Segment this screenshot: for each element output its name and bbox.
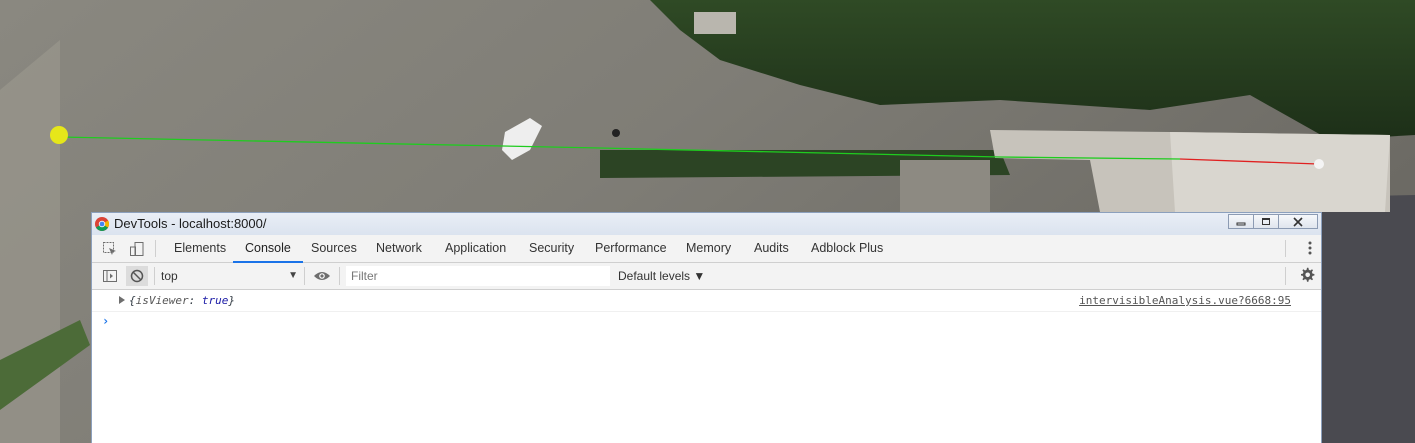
tab-adblock-plus[interactable]: Adblock Plus <box>809 235 885 262</box>
close-button[interactable] <box>1278 214 1318 229</box>
observer-point-marker[interactable] <box>50 126 68 144</box>
device-toolbar-icon[interactable] <box>128 240 146 258</box>
chrome-icon <box>95 217 109 231</box>
eye-icon[interactable] <box>313 267 331 285</box>
close-icon <box>1293 216 1303 227</box>
object-value: true <box>201 294 229 307</box>
maximize-icon <box>1262 218 1270 225</box>
tab-security[interactable]: Security <box>527 235 576 262</box>
tab-memory[interactable]: Memory <box>684 235 733 262</box>
source-link[interactable]: intervisibleAnalysis.vue?6668:95 <box>1079 294 1291 307</box>
target-point-marker[interactable] <box>1314 159 1324 169</box>
log-levels-dropdown[interactable]: Default levels ▼ <box>618 266 705 286</box>
minimize-button[interactable] <box>1228 214 1254 229</box>
tab-network[interactable]: Network <box>374 235 424 262</box>
tab-sources[interactable]: Sources <box>309 235 359 262</box>
context-selector[interactable]: top ▼ <box>161 266 301 286</box>
dropdown-arrow-icon: ▼ <box>288 270 298 281</box>
kiosk <box>694 12 736 34</box>
window-title: DevTools - localhost:8000/ <box>114 216 267 231</box>
devtools-tab-bar: Elements Console Sources Network Applica… <box>92 235 1321 263</box>
filter-input[interactable] <box>346 266 610 286</box>
expand-triangle-icon[interactable] <box>119 296 125 304</box>
window-titlebar[interactable]: DevTools - localhost:8000/ <box>92 213 1321 236</box>
clear-console-icon[interactable] <box>126 266 148 286</box>
tab-performance[interactable]: Performance <box>593 235 669 262</box>
pedestrian <box>612 129 620 137</box>
console-output[interactable]: {isViewer: true} intervisibleAnalysis.vu… <box>92 290 1321 443</box>
tab-audits[interactable]: Audits <box>752 235 791 262</box>
minimize-icon <box>1236 222 1246 225</box>
context-value: top <box>161 269 178 283</box>
building-roof <box>1170 132 1390 212</box>
object-key: isViewer <box>135 294 189 307</box>
tab-elements[interactable]: Elements <box>172 235 228 262</box>
terrain-patch <box>900 160 990 212</box>
console-prompt[interactable]: › <box>102 314 109 328</box>
settings-gear-icon[interactable] <box>1299 267 1315 288</box>
tab-application[interactable]: Application <box>443 235 508 262</box>
logged-object[interactable]: {isViewer: true} <box>129 294 235 307</box>
devtools-window: DevTools - localhost:8000/ Elements Cons… <box>91 212 1322 443</box>
more-options-icon[interactable] <box>1307 240 1313 261</box>
sidebar-toggle-icon[interactable] <box>101 267 119 285</box>
inspect-element-icon[interactable] <box>101 240 119 258</box>
console-message: {isViewer: true} intervisibleAnalysis.vu… <box>92 290 1321 312</box>
maximize-button[interactable] <box>1253 214 1279 229</box>
console-toolbar: top ▼ Default levels ▼ <box>92 263 1321 290</box>
tab-console[interactable]: Console <box>233 235 303 263</box>
